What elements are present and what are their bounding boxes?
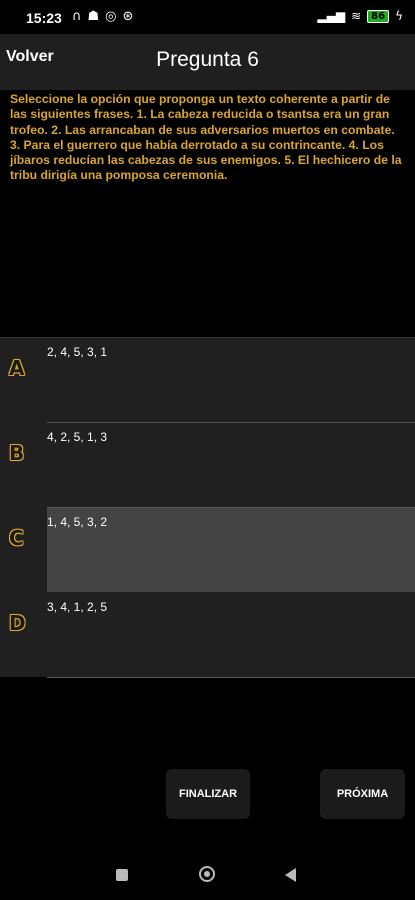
system-nav-bar bbox=[0, 850, 415, 900]
option-a-box[interactable]: 2, 4, 5, 3, 1 bbox=[47, 338, 415, 422]
signal-icon: ▂▄▆ bbox=[317, 9, 346, 23]
page-title: Pregunta 6 bbox=[156, 48, 259, 71]
system-icons: ▂▄▆ ≋ 86 ϟ bbox=[317, 9, 403, 23]
whatsapp-icon: ◎ bbox=[105, 9, 117, 24]
status-time: 15:23 bbox=[26, 10, 62, 26]
wifi-icon: ≋ bbox=[351, 9, 362, 23]
option-d-text: 3, 4, 1, 2, 5 bbox=[47, 600, 108, 614]
recents-icon[interactable] bbox=[116, 869, 128, 881]
option-b-text: 4, 2, 5, 1, 3 bbox=[47, 430, 108, 444]
option-d-box[interactable]: 3, 4, 1, 2, 5 bbox=[47, 593, 415, 677]
option-b-box[interactable]: 4, 2, 5, 1, 3 bbox=[47, 423, 415, 507]
charging-icon: ϟ bbox=[395, 9, 403, 23]
app-icon: ⊛ bbox=[122, 9, 134, 24]
options-list: A 2, 4, 5, 3, 1 B 4, 2, 5, 1, 3 C 1, 4, … bbox=[0, 337, 415, 678]
option-divider bbox=[47, 677, 415, 678]
option-c-letter-icon: C bbox=[9, 526, 24, 550]
app-header: Volver Pregunta 6 bbox=[0, 34, 415, 90]
option-b-letter-icon: B bbox=[9, 441, 25, 465]
proxima-button[interactable]: PRÓXIMA bbox=[320, 769, 405, 819]
option-d[interactable]: D 3, 4, 1, 2, 5 bbox=[0, 593, 415, 678]
home-icon[interactable] bbox=[199, 866, 215, 882]
option-a-letter-icon: A bbox=[9, 356, 25, 380]
option-a-text: 2, 4, 5, 3, 1 bbox=[47, 345, 108, 359]
back-nav-icon[interactable] bbox=[285, 868, 296, 882]
status-bar: 15:23 ∩ ☗ ◎ ⊛ ▂▄▆ ≋ 86 ϟ bbox=[0, 0, 415, 34]
app-notification-icon: ☗ bbox=[87, 9, 100, 24]
finalizar-button[interactable]: FINALIZAR bbox=[166, 769, 250, 819]
option-c[interactable]: C 1, 4, 5, 3, 2 bbox=[0, 508, 415, 593]
option-a[interactable]: A 2, 4, 5, 3, 1 bbox=[0, 338, 415, 423]
option-c-text: 1, 4, 5, 3, 2 bbox=[47, 515, 108, 529]
option-c-box[interactable]: 1, 4, 5, 3, 2 bbox=[47, 508, 415, 592]
notification-icons: ∩ ☗ ◎ ⊛ bbox=[72, 9, 133, 24]
question-text: Seleccione la opción que proponga un tex… bbox=[10, 92, 402, 183]
headphones-icon: ∩ bbox=[72, 9, 82, 24]
option-d-letter-icon: D bbox=[9, 611, 26, 635]
battery-icon: 86 bbox=[367, 9, 390, 23]
option-b[interactable]: B 4, 2, 5, 1, 3 bbox=[0, 423, 415, 508]
